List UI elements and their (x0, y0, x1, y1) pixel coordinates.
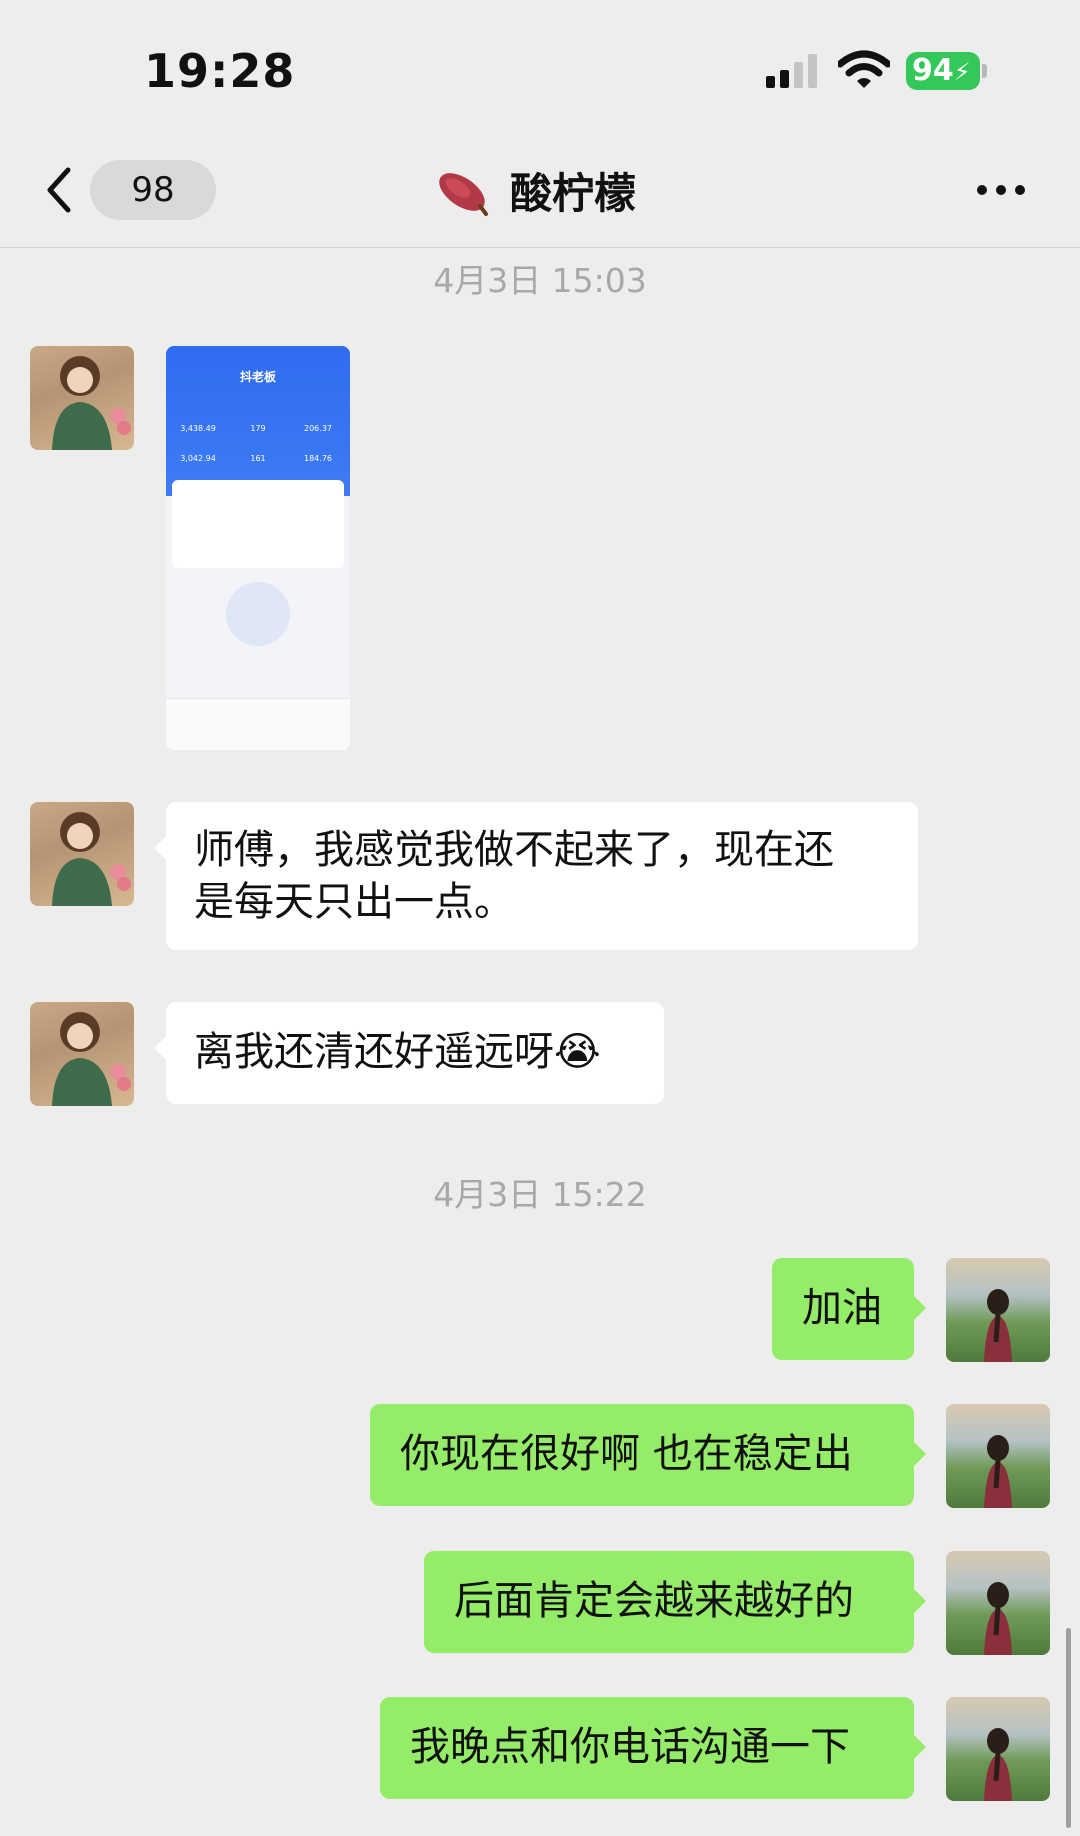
back-button[interactable]: 98 (44, 160, 216, 220)
battery-level: 94⚡ (906, 52, 980, 90)
my-avatar[interactable] (946, 1697, 1050, 1801)
thumbnail-stat: 3,042.94 (180, 454, 216, 463)
my-avatar[interactable] (946, 1404, 1050, 1508)
message-timestamp: 4月3日 15:22 (433, 1175, 647, 1214)
thumbnail-stat: 3,438.49 (180, 424, 216, 433)
battery-tip (982, 64, 987, 78)
thumbnail-stat: 179 (250, 424, 266, 433)
message-text: 加油 (802, 1285, 882, 1331)
contact-avatar[interactable] (30, 346, 134, 450)
thumbnail-stat: 161 (250, 454, 266, 463)
thumbnail-title: 抖老板 (239, 370, 276, 384)
contact-avatar[interactable] (30, 1002, 134, 1106)
battery-indicator: 94⚡ (906, 52, 987, 90)
message-text: 你现在很好啊 也在稳定出 (400, 1431, 853, 1477)
wifi-icon (838, 50, 890, 88)
thumbnail-menu-panel (172, 480, 344, 568)
message-text: 离我还清还好遥远呀 (194, 1029, 554, 1075)
my-avatar-image (984, 1728, 1012, 1801)
sweet-potato-emoji-icon (439, 173, 488, 216)
contact-name: 酸柠檬 (510, 168, 637, 218)
outgoing-message-bubble[interactable]: 你现在很好啊 也在稳定出 (370, 1404, 926, 1506)
my-avatar[interactable] (946, 1551, 1050, 1655)
thumbnail-empty-state-illustration (226, 582, 290, 646)
my-avatar-image (984, 1582, 1012, 1655)
more-options-icon[interactable] (976, 178, 1026, 202)
message-timestamp: 4月3日 15:03 (433, 261, 647, 300)
outgoing-message-bubble[interactable]: 我晚点和你电话沟通一下 (380, 1697, 926, 1799)
chat-nav-bar: 98 酸柠檬 (0, 130, 1080, 248)
message-text: 我晚点和你电话沟通一下 (410, 1724, 850, 1770)
contact-avatar-image (52, 812, 131, 906)
crying-face-emoji-icon: 😭 (554, 1029, 601, 1075)
thumbnail-stat: 184.76 (304, 454, 332, 463)
incoming-message-bubble[interactable]: 离我还清还好遥远呀😭 (154, 1002, 664, 1104)
status-time: 19:28 (144, 44, 296, 98)
outgoing-message-bubble[interactable]: 后面肯定会越来越好的 (424, 1551, 926, 1653)
unread-count-badge: 98 (90, 160, 216, 220)
thumbnail-stat: 206.37 (304, 424, 332, 433)
my-avatar-image (984, 1289, 1012, 1362)
outgoing-message-bubble[interactable]: 加油 (772, 1258, 926, 1360)
message-text: 后面肯定会越来越好的 (454, 1578, 854, 1624)
my-avatar-image (984, 1435, 1012, 1508)
charging-bolt-icon: ⚡ (953, 58, 971, 86)
message-line: 是每天只出一点。 (194, 879, 514, 925)
status-bar: 19:28 94⚡ (0, 0, 1080, 130)
shared-screenshot-image[interactable]: 抖老板 3,438.49 179 206.37 3,042.94 161 184… (166, 346, 350, 750)
chat-title[interactable]: 酸柠檬 (434, 158, 636, 222)
scroll-indicator[interactable] (1066, 1628, 1071, 1828)
thumbnail-bottom-tabbar (166, 698, 350, 750)
thumbnail-header: 抖老板 3,438.49 179 206.37 3,042.94 161 184… (166, 346, 350, 496)
contact-avatar[interactable] (30, 802, 134, 906)
chevron-left-icon (47, 167, 71, 213)
my-avatar[interactable] (946, 1258, 1050, 1362)
contact-avatar-image (52, 356, 131, 450)
incoming-message-bubble[interactable]: 师傅，我感觉我做不起来了，现在还 是每天只出一点。 (154, 802, 918, 950)
message-line: 师傅，我感觉我做不起来了，现在还 (194, 827, 834, 873)
cellular-signal-icon (766, 54, 817, 88)
contact-avatar-image (52, 1012, 131, 1106)
